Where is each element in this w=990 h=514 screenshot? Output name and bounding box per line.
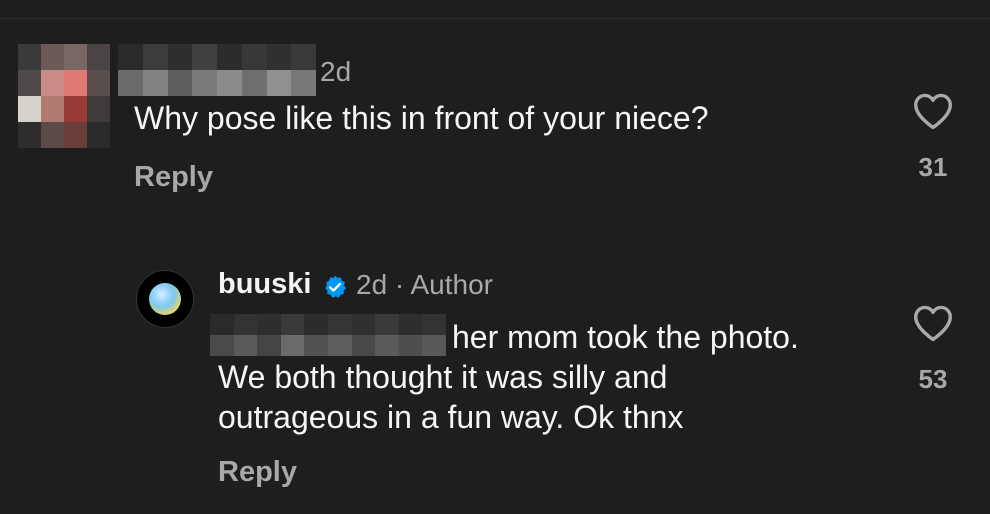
comment-text: her mom took the photo. We both thought … (218, 317, 878, 437)
reply-button[interactable]: Reply (134, 161, 213, 194)
comments-panel: 2d Why pose like this in front of your n… (0, 0, 990, 514)
comment-line-2: We both thought it was silly and (218, 359, 668, 395)
verified-badge-icon (325, 275, 347, 298)
comment-line-3: outrageous in a fun way. Ok thnx (218, 399, 684, 435)
heart-outline-icon[interactable] (912, 304, 954, 342)
reply-button[interactable]: Reply (218, 456, 297, 489)
comment-line-1: her mom took the photo. (452, 319, 799, 355)
comment-timestamp: 2d (320, 56, 352, 87)
heart-outline-icon[interactable] (912, 92, 954, 130)
divider (0, 18, 990, 19)
avatar[interactable] (136, 270, 194, 328)
redacted-username[interactable] (118, 44, 316, 96)
avatar-image (149, 283, 181, 315)
comment-text: Why pose like this in front of your niec… (134, 100, 709, 136)
comment-meta: 2d · Author (356, 269, 493, 300)
redacted-avatar[interactable] (18, 44, 110, 148)
like-count: 31 (918, 152, 948, 182)
like-count: 53 (918, 364, 948, 394)
comment-username[interactable]: buuski (218, 268, 311, 301)
